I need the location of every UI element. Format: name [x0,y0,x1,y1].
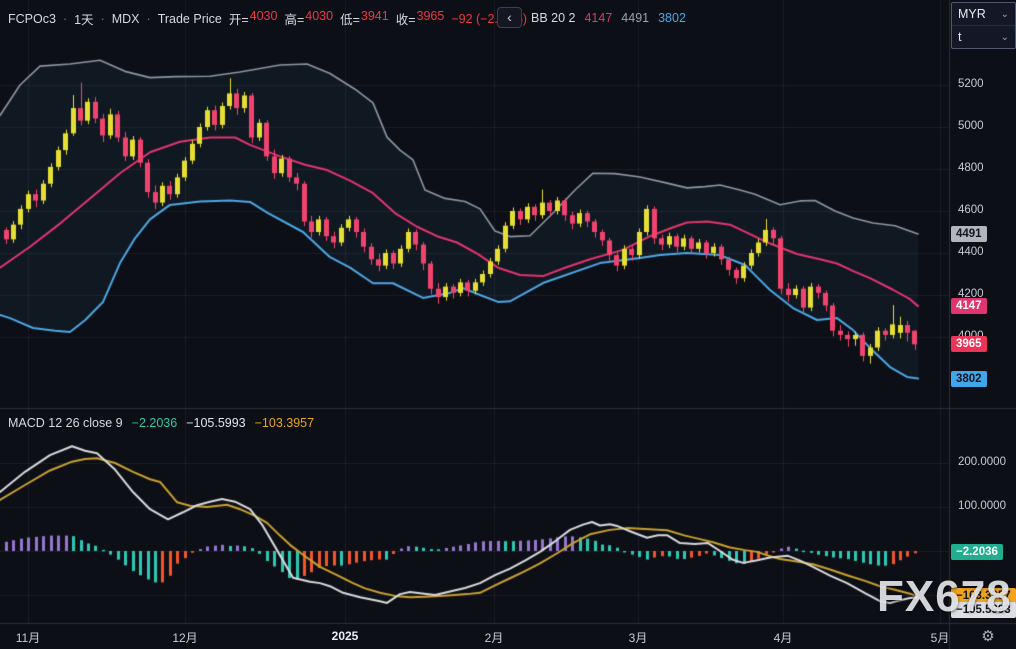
macd-line-value: −105.5993 [186,416,246,430]
separator-dot: · [62,11,68,26]
macd-hist-value: −2.2036 [131,416,178,430]
price-tick-label: 5000 [958,120,984,132]
price-badge: 3802 [951,370,987,387]
low-value: 低= 3941 [340,9,389,27]
close-value: 收= 3965 [395,9,445,27]
currency-value: MYR [958,7,986,21]
chart-window: FCPOc3 · 1天 · MDX · Trade Price 开= 4030 高… [0,0,1016,649]
bb-indicator-legend: ‹ BB 20 2 4147 4491 3802 [497,7,686,28]
currency-unit-selector: MYR ⌄ t ⌄ [951,2,1016,49]
time-tick-label: 2月 [484,631,504,645]
time-tick-label: 3月 [628,631,648,645]
time-tick-label: 2025 [331,629,359,643]
macd-title[interactable]: MACD 12 26 close 9 [8,416,123,430]
bb-lower-value: 3802 [658,10,686,25]
series-type-label: Trade Price [157,11,222,26]
macd-badge: −2.2036 [951,543,1003,560]
gear-icon[interactable]: ⚙ [972,627,1004,645]
fx678-watermark: FX678 [877,572,1012,621]
price-badge: 4491 [951,225,987,242]
price-tick-label: 4600 [958,204,984,216]
collapse-legend-button[interactable]: ‹ [497,7,522,28]
currency-dropdown[interactable]: MYR ⌄ [952,3,1015,25]
chevron-down-icon: ⌄ [1000,31,1009,43]
exchange-label: MDX [111,11,140,26]
price-axis[interactable]: 5200500048004600440042004000200.0000100.… [950,0,1016,623]
time-tick-label: 12月 [172,631,198,645]
price-tick-label: 5200 [958,78,984,90]
chart-canvas[interactable] [0,0,1016,649]
chevron-left-icon: ‹ [507,9,512,25]
price-badge: 4147 [951,298,987,315]
price-badge: 3965 [951,336,987,353]
interval-label[interactable]: 1天 [74,9,93,28]
separator-dot: · [100,11,105,26]
time-axis[interactable]: 11月 12月 2025 2月 3月 4月 5月 [0,624,1016,649]
macd-indicator-legend: MACD 12 26 close 9 −2.2036 −105.5993 −10… [8,416,314,430]
macd-tick-label: 200.0000 [958,456,1006,468]
time-tick-label: 4月 [773,631,793,645]
separator-dot: · [146,11,151,26]
unit-value: t [958,30,962,44]
price-tick-label: 4400 [958,246,984,258]
macd-signal-value: −103.3957 [254,416,315,430]
unit-dropdown[interactable]: t ⌄ [952,25,1015,48]
time-tick-label: 5月 [930,631,950,645]
bb-upper-value: 4491 [621,10,650,25]
chevron-down-icon: ⌄ [1000,8,1009,20]
price-tick-label: 4800 [958,162,984,174]
symbol-name[interactable]: FCPOc3 [8,12,56,26]
bb-basis-value: 4147 [584,10,613,25]
macd-tick-label: 100.0000 [958,500,1006,512]
open-value: 开= 4030 [228,9,278,27]
main-series-legend: FCPOc3 · 1天 · MDX · Trade Price 开= 4030 高… [8,9,527,28]
high-value: 高= 4030 [284,9,334,27]
time-tick-label: 11月 [15,631,41,645]
bb-title[interactable]: BB 20 2 [531,11,575,25]
